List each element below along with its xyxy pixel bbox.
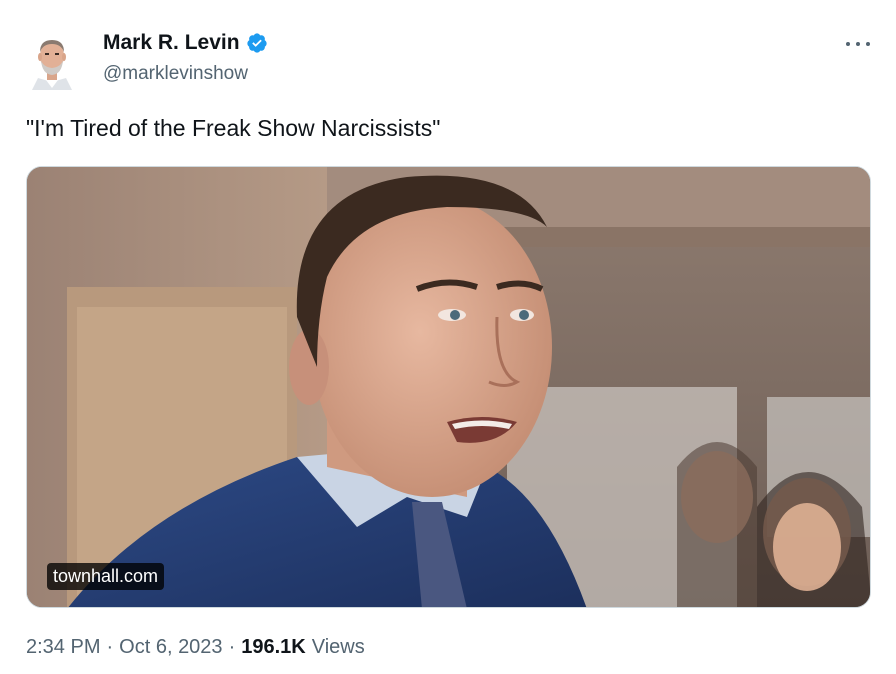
views-label: Views bbox=[311, 636, 365, 658]
verified-badge-icon bbox=[246, 32, 268, 54]
avatar[interactable] bbox=[28, 30, 76, 90]
author-handle[interactable]: @marklevinshow bbox=[103, 63, 248, 85]
more-options-icon[interactable] bbox=[846, 36, 870, 52]
tweet-footer: 2:34 PM · Oct 6, 2023 · 196.1K Views bbox=[26, 636, 365, 659]
views-count[interactable]: 196.1K bbox=[241, 636, 306, 659]
tweet-date-link[interactable]: Oct 6, 2023 bbox=[119, 636, 222, 659]
tweet-text: "I'm Tired of the Freak Show Narcissists… bbox=[26, 115, 441, 141]
media-image bbox=[27, 167, 870, 607]
separator-dot: · bbox=[228, 636, 236, 658]
separator-dot: · bbox=[106, 636, 114, 658]
tweet-media-card[interactable]: townhall.com bbox=[26, 166, 871, 608]
media-source-link[interactable]: townhall.com bbox=[47, 563, 165, 590]
author-name[interactable]: Mark R. Levin bbox=[103, 31, 240, 55]
tweet-time-link[interactable]: 2:34 PM bbox=[26, 636, 100, 659]
